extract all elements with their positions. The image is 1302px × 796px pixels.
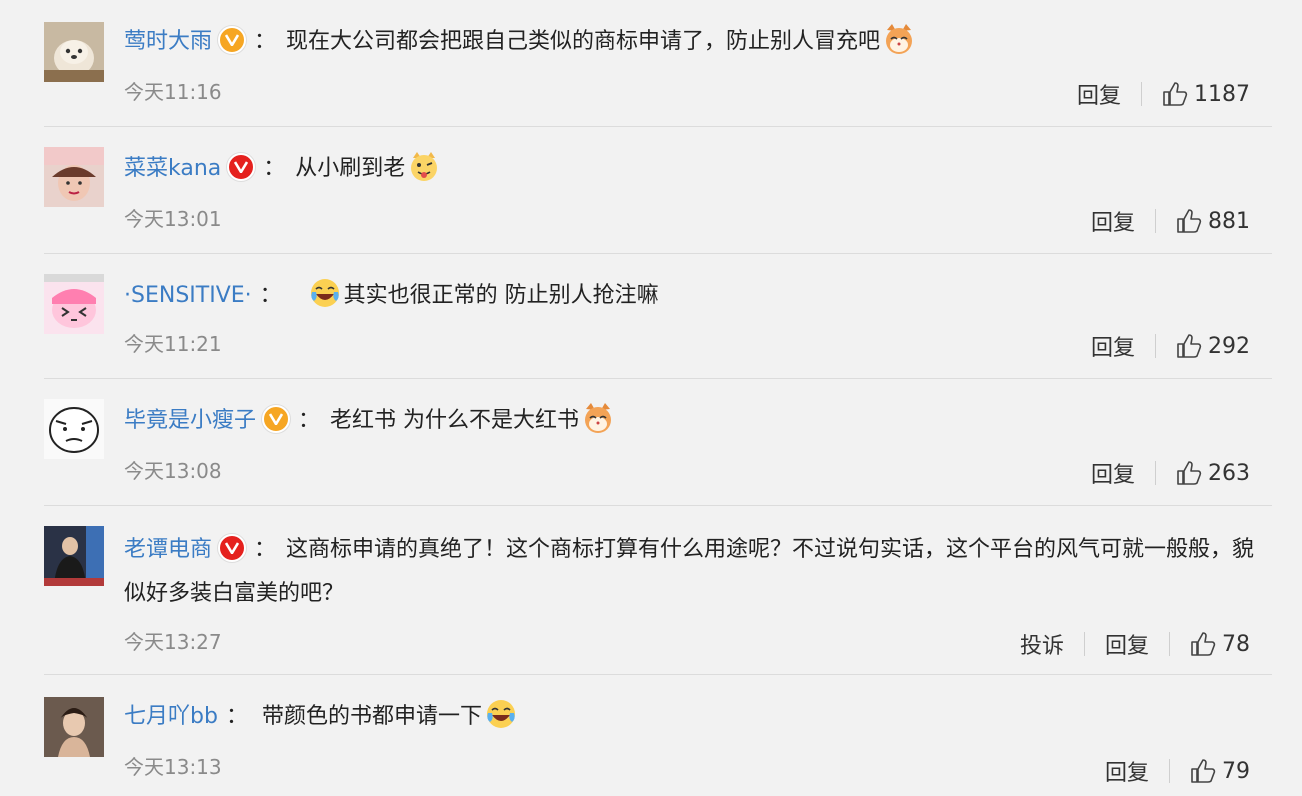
reply-button[interactable]: 回复 (1091, 330, 1135, 362)
like-button[interactable]: 881 (1176, 208, 1250, 234)
comment-content: 毕竟是小瘦子 ： 老红书 为什么不是大红书 (124, 401, 1272, 441)
username-link[interactable]: 毕竟是小瘦子 (124, 408, 256, 433)
avatar[interactable] (44, 399, 104, 459)
comment-actions: 回复 263 (1091, 457, 1250, 489)
reply-button[interactable]: 回复 (1091, 457, 1135, 489)
thumbs-up-icon (1177, 461, 1202, 485)
colon: ： (254, 537, 277, 562)
avatar[interactable] (44, 22, 104, 82)
comment-time: 今天11:16 (124, 80, 222, 104)
comment-actions: 回复 79 (1105, 755, 1250, 787)
like-count: 263 (1208, 460, 1250, 486)
reply-button[interactable]: 回复 (1077, 78, 1121, 110)
thumbs-up-icon (1191, 632, 1216, 656)
reply-button[interactable]: 回复 (1105, 628, 1149, 660)
thumbs-up-icon (1177, 334, 1202, 358)
comment-actions: 回复 1187 (1077, 78, 1250, 110)
divider (1155, 461, 1156, 485)
laugh-cry-icon (484, 697, 518, 731)
avatar[interactable] (44, 274, 104, 334)
verified-badge-icon (227, 153, 256, 181)
colon: ： (225, 704, 248, 729)
verified-badge-icon (218, 534, 247, 562)
report-button[interactable]: 投诉 (1020, 628, 1064, 660)
tongue-face-icon (407, 149, 441, 183)
colon: ： (263, 156, 286, 181)
comment-actions: 回复 292 (1091, 330, 1250, 362)
comment-actions: 投诉 回复 78 (1020, 628, 1250, 660)
comment-item: 七月吖bb ： 带颜色的书都申请一下 今天13:13 回复 79 (44, 675, 1272, 796)
divider (1083, 632, 1085, 656)
laugh-cry-icon (308, 276, 342, 310)
comment-time: 今天11:21 (124, 332, 222, 356)
thumbs-up-icon (1191, 759, 1216, 783)
username-link[interactable]: 老谭电商 (124, 537, 212, 562)
comment-time: 今天13:13 (124, 755, 222, 779)
thumbs-up-icon (1163, 82, 1188, 106)
cat-face-icon (882, 22, 916, 56)
comment-text: 从小刷到老 (295, 156, 406, 181)
avatar[interactable] (44, 697, 104, 757)
like-count: 78 (1222, 631, 1250, 657)
comment-item: ·SENSITIVE· ： 其实也很正常的 防止别人抢注嘛 今天11:21 回复 2… (44, 254, 1272, 379)
colon: ： (298, 408, 321, 433)
comment-content: 老谭电商 ：这商标申请的真绝了！这个商标打算有什么用途呢？不过说句实话，这个平台的… (124, 528, 1272, 616)
comment-item: 毕竟是小瘦子 ： 老红书 为什么不是大红书 今天13:08 回复 263 (44, 379, 1272, 506)
verified-badge-icon (262, 405, 291, 433)
colon: ： (259, 283, 282, 308)
like-count: 881 (1208, 208, 1250, 234)
comment-content: 莺时大雨 ： 现在大公司都会把跟自己类似的商标申请了，防止别人冒充吧 (124, 22, 1272, 62)
username-link[interactable]: ·SENSITIVE· (124, 283, 252, 308)
like-count: 79 (1222, 758, 1250, 784)
verified-badge-icon (218, 26, 247, 54)
avatar[interactable] (44, 526, 104, 586)
thumbs-up-icon (1177, 209, 1202, 233)
comment-actions: 回复 881 (1091, 205, 1250, 237)
username-link[interactable]: 七月吖bb (124, 704, 218, 729)
like-button[interactable]: 1187 (1162, 81, 1250, 107)
comment-item: 菜菜kana ： 从小刷到老 今天13:01 回复 881 (44, 127, 1272, 254)
comment-time: 今天13:08 (124, 459, 222, 483)
comment-content: ·SENSITIVE· ： 其实也很正常的 防止别人抢注嘛 (124, 276, 1272, 316)
comment-time: 今天13:01 (124, 207, 222, 231)
comment-item: 老谭电商 ：这商标申请的真绝了！这个商标打算有什么用途呢？不过说句实话，这个平台的… (44, 506, 1272, 675)
like-button[interactable]: 78 (1190, 631, 1250, 657)
like-button[interactable]: 263 (1176, 460, 1250, 486)
divider (1155, 334, 1156, 358)
like-button[interactable]: 79 (1190, 758, 1250, 784)
comment-time: 今天13:27 (124, 630, 222, 654)
comment-text: 老红书 为什么不是大红书 (330, 408, 580, 433)
username-link[interactable]: 菜菜kana (124, 156, 221, 181)
reply-button[interactable]: 回复 (1105, 755, 1149, 787)
cat-face-icon (581, 401, 615, 435)
comment-content: 菜菜kana ： 从小刷到老 (124, 149, 1272, 189)
like-count: 1187 (1194, 81, 1250, 107)
divider (1169, 759, 1170, 783)
like-button[interactable]: 292 (1176, 333, 1250, 359)
colon: ： (254, 29, 277, 54)
comment-content: 七月吖bb ： 带颜色的书都申请一下 (124, 697, 1272, 737)
comment-item: 莺时大雨 ： 现在大公司都会把跟自己类似的商标申请了，防止别人冒充吧 今天11:16… (44, 0, 1272, 127)
username-link[interactable]: 莺时大雨 (124, 29, 212, 54)
comment-text: 其实也很正常的 防止别人抢注嘛 (343, 283, 659, 308)
divider (1141, 82, 1142, 106)
reply-button[interactable]: 回复 (1091, 205, 1135, 237)
comment-text: 带颜色的书都申请一下 (261, 704, 482, 729)
divider (1169, 632, 1170, 656)
avatar[interactable] (44, 147, 104, 207)
divider (1155, 209, 1156, 233)
comment-text: 现在大公司都会把跟自己类似的商标申请了，防止别人冒充吧 (286, 29, 881, 54)
like-count: 292 (1208, 333, 1250, 359)
comment-list: 莺时大雨 ： 现在大公司都会把跟自己类似的商标申请了，防止别人冒充吧 今天11:16… (0, 0, 1302, 796)
comment-text: 这商标申请的真绝了！这个商标打算有什么用途呢？不过说句实话，这个平台的风气可就一… (124, 537, 1255, 606)
